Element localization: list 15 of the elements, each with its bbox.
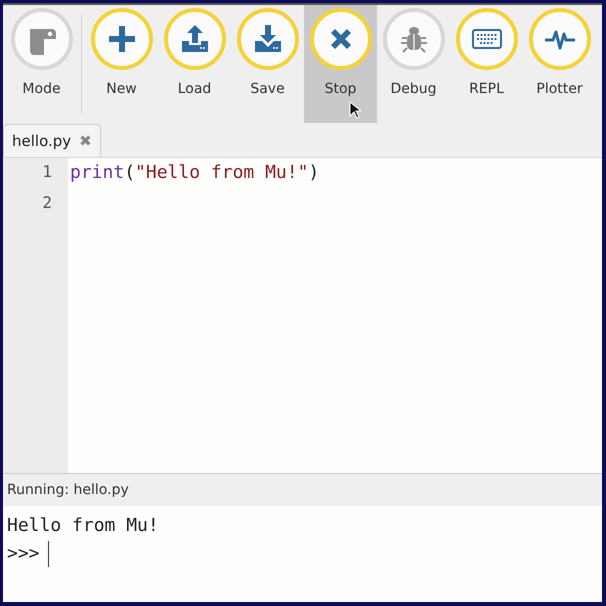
toolbar-button[interactable]: REPL: [450, 5, 523, 123]
code-line: print("Hello from Mu!"): [70, 162, 320, 185]
toolbar-button[interactable]: Save: [231, 5, 304, 123]
toolbar-button[interactable]: Plotter: [523, 5, 596, 123]
mouse-pointer-icon: [349, 101, 361, 119]
file-tab[interactable]: hello.py ✖: [3, 124, 101, 157]
output-line: Hello from Mu!: [7, 514, 160, 538]
line-number: 1: [41, 162, 53, 183]
prompt: >>>: [7, 542, 40, 566]
toolbar-button[interactable]: New: [85, 5, 158, 123]
toolbar-button[interactable]: Load: [158, 5, 231, 123]
text-cursor: [48, 541, 50, 567]
toolbar-button[interactable]: Stop: [304, 5, 377, 123]
line-number: 2: [41, 193, 53, 214]
repl-title: Running: hello.py: [7, 482, 129, 498]
